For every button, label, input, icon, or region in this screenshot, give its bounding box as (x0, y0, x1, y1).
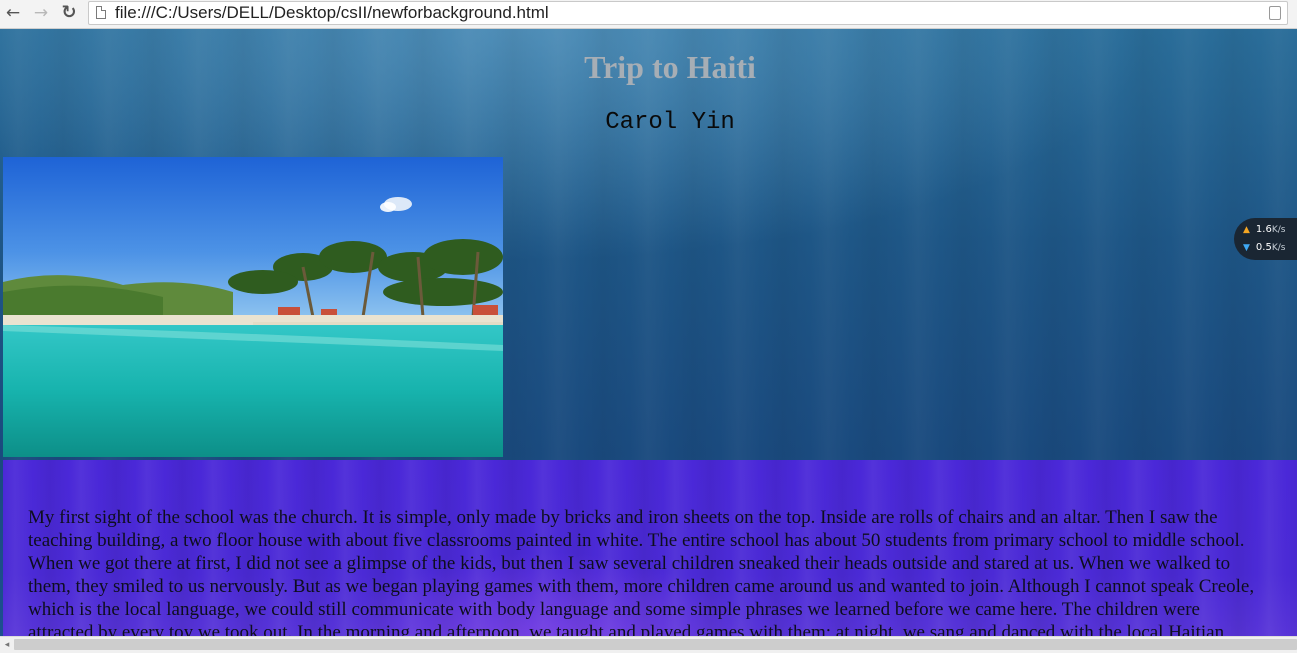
page-icon (96, 6, 106, 19)
paragraph-line: which is the local language, we could st… (28, 599, 1200, 620)
paragraph-line: My first sight of the school was the chu… (28, 507, 1218, 528)
paragraph-line: When we got there at first, I did not se… (28, 553, 1231, 574)
back-arrow-icon[interactable]: ← (2, 3, 24, 23)
network-speed-widget[interactable]: ▲ 1.6K/s ▼ 0.5K/s (1234, 218, 1297, 260)
page-viewport: Trip to Haiti Carol Yin ▲ 1.6K/s ▼ 0.5K/… (0, 29, 1297, 636)
download-unit: K/s (1271, 243, 1286, 253)
paragraph-line: teaching building, a two floor house wit… (28, 530, 1245, 551)
address-bar[interactable]: file:///C:/Users/DELL/Desktop/csII/newfo… (88, 1, 1288, 25)
page-title: Trip to Haiti (584, 49, 756, 85)
beach-photo (3, 157, 503, 457)
author-name: Carol Yin (605, 109, 735, 136)
story-paragraph: My first sight of the school was the chu… (28, 506, 1297, 636)
download-value: 0.5 (1255, 242, 1272, 253)
browser-toolbar: ← → ↻ file:///C:/Users/DELL/Desktop/csII… (0, 0, 1297, 29)
reload-icon[interactable]: ↻ (58, 3, 80, 23)
upload-arrow-icon: ▲ (1243, 225, 1250, 235)
scrollbar-thumb[interactable] (14, 639, 1297, 650)
horizontal-scrollbar[interactable]: ◂ (0, 636, 1297, 653)
paragraph-line: them, they smiled to us nervously. But a… (28, 576, 1255, 597)
url-text[interactable]: file:///C:/Users/DELL/Desktop/csII/newfo… (115, 3, 549, 23)
scroll-left-arrow-icon[interactable]: ◂ (0, 637, 14, 653)
zoom-icon[interactable] (1269, 6, 1281, 20)
forward-arrow-icon[interactable]: → (30, 3, 52, 23)
story-section: My first sight of the school was the chu… (3, 460, 1297, 636)
upload-speed: ▲ 1.6K/s (1243, 223, 1285, 237)
upload-unit: K/s (1271, 225, 1286, 235)
download-speed: ▼ 0.5K/s (1243, 241, 1285, 255)
upload-value: 1.6 (1255, 224, 1272, 235)
download-arrow-icon: ▼ (1243, 243, 1250, 253)
paragraph-line: attracted by every toy we took out. In t… (28, 622, 1225, 636)
